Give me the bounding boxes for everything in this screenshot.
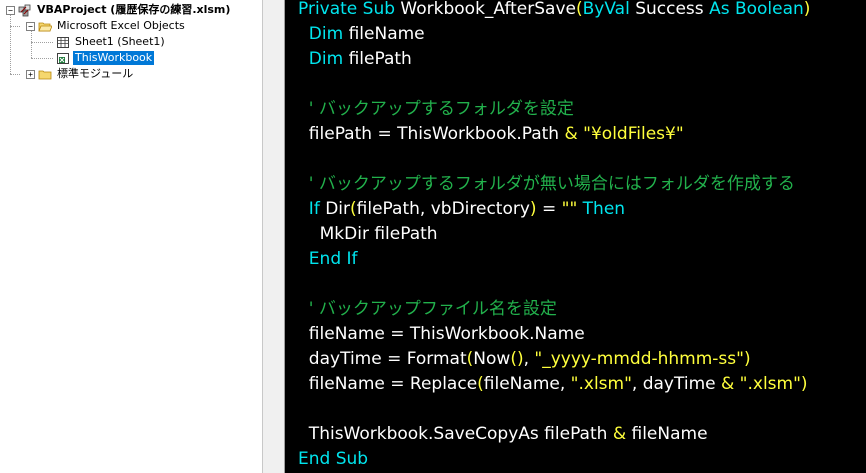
code-line-19: End Sub <box>298 449 369 469</box>
vba-project-icon <box>18 4 32 17</box>
code-line-14: fileName = ThisWorkbook.Name <box>298 324 585 344</box>
modules-label: 標準モジュール <box>57 67 134 80</box>
tree-line <box>31 42 53 43</box>
code-line-13: ' バックアップファイル名を設定 <box>298 299 557 319</box>
code-line-16: fileName = Replace(fileName, ".xlsm", da… <box>298 374 808 394</box>
sheet1-label: Sheet1 (Sheet1) <box>75 35 165 48</box>
tree-item-excel-objects[interactable]: − Microsoft Excel Objects <box>26 18 187 34</box>
thisworkbook-label: ThisWorkbook <box>73 51 155 65</box>
tree-line <box>10 14 11 74</box>
tree-item-modules[interactable]: + 標準モジュール <box>26 66 135 82</box>
worksheet-icon <box>56 36 70 49</box>
code-line-5: ' バックアップするフォルダを設定 <box>298 99 574 119</box>
tree-item-project[interactable]: − VBAProject (履歴保存の練習.xlsm) <box>6 2 232 18</box>
collapse-toggle[interactable]: − <box>6 5 15 15</box>
code-line-15: dayTime = Format(Now(), "_yyyy-mmdd-hhmm… <box>298 349 751 369</box>
tree-line <box>10 26 20 27</box>
project-label: VBAProject (履歴保存の練習.xlsm) <box>37 3 231 16</box>
code-line-18: ThisWorkbook.SaveCopyAs filePath & fileN… <box>298 424 708 444</box>
workbook-icon <box>56 52 70 65</box>
pane-splitter[interactable] <box>262 0 285 473</box>
code-line-11: End If <box>298 249 358 269</box>
collapse-toggle[interactable]: − <box>26 21 35 31</box>
code-line-1: Private Sub Workbook_AfterSave(ByVal Suc… <box>298 0 811 19</box>
excel-objects-label: Microsoft Excel Objects <box>57 19 185 32</box>
code-line-3: Dim filePath <box>298 49 412 69</box>
code-line-6: filePath = ThisWorkbook.Path & "¥oldFile… <box>298 124 684 144</box>
code-editor[interactable]: Private Sub Workbook_AfterSave(ByVal Suc… <box>285 0 866 473</box>
tree-line <box>31 30 32 58</box>
tree-line <box>10 74 20 75</box>
project-explorer: − VBAProject (履歴保存の練習.xlsm) − Microsoft … <box>0 0 262 473</box>
code-line-8: ' バックアップするフォルダが無い場合にはフォルダを作成する <box>298 174 795 194</box>
code-line-2: Dim fileName <box>298 24 425 44</box>
tree-item-thisworkbook[interactable]: ThisWorkbook <box>56 50 155 66</box>
code-line-10: MkDir filePath <box>298 224 438 244</box>
tree-item-sheet1[interactable]: Sheet1 (Sheet1) <box>56 34 167 50</box>
code-line-9: If Dir(filePath, vbDirectory) = "" Then <box>298 199 626 219</box>
expand-toggle[interactable]: + <box>26 69 35 79</box>
tree-line <box>31 58 53 59</box>
open-folder-icon <box>38 20 53 33</box>
folder-icon <box>38 68 52 81</box>
